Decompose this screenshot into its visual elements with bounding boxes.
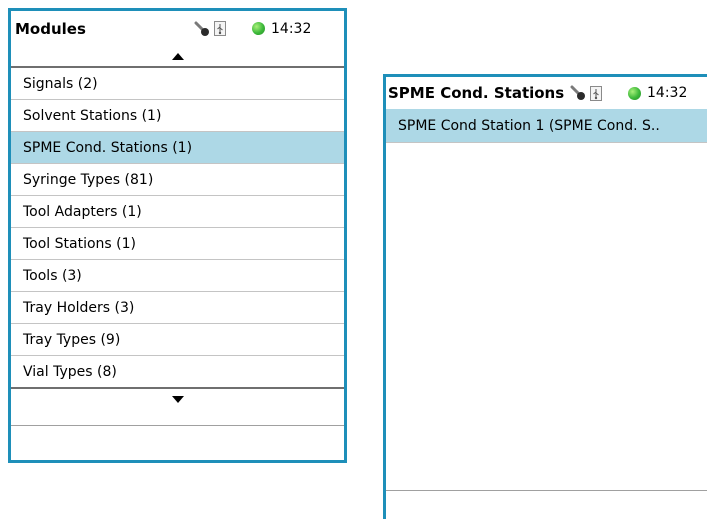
- footer-divider: [11, 425, 344, 426]
- list-item[interactable]: Tray Holders (3): [11, 292, 344, 324]
- list-item[interactable]: Syringe Types (81): [11, 164, 344, 196]
- key-icon: [570, 85, 586, 101]
- usb-icon: [214, 21, 226, 36]
- spme-list: SPME Cond Station 1 (SPME Cond. S..: [386, 109, 707, 143]
- list-item-label: SPME Cond. Stations (1): [23, 139, 193, 156]
- status-bar: 14:32: [194, 11, 311, 46]
- list-item[interactable]: Vial Types (8): [11, 356, 344, 388]
- list-item-label: Tool Stations (1): [23, 235, 136, 252]
- list-item[interactable]: Tool Stations (1): [11, 228, 344, 260]
- footer-divider: [386, 490, 707, 491]
- list-item-label: Vial Types (8): [23, 364, 117, 380]
- list-item-selected[interactable]: SPME Cond Station 1 (SPME Cond. S..: [386, 109, 707, 143]
- list-item-selected[interactable]: SPME Cond. Stations (1): [11, 132, 344, 164]
- modules-panel: Modules 14:32 Signals (2) Solvent Statio…: [8, 8, 347, 463]
- list-item-label: Solvent Stations (1): [23, 107, 162, 124]
- spme-header: SPME Cond. Stations 14:32: [386, 77, 707, 111]
- list-item-label: Tool Adapters (1): [23, 203, 142, 220]
- list-item[interactable]: Signals (2): [11, 68, 344, 100]
- list-item-label: Tray Types (9): [23, 331, 121, 348]
- modules-header: Modules 14:32: [11, 11, 344, 48]
- list-item[interactable]: Tools (3): [11, 260, 344, 292]
- key-icon: [194, 21, 210, 37]
- status-led-icon: [628, 86, 641, 100]
- clock-time: 14:32: [647, 85, 688, 101]
- list-item-label: Signals (2): [23, 75, 98, 92]
- triangle-down-icon: [171, 395, 184, 403]
- list-item[interactable]: Tool Adapters (1): [11, 196, 344, 228]
- scroll-down-button[interactable]: [11, 389, 344, 409]
- modules-title: Modules: [15, 19, 86, 38]
- spme-panel: SPME Cond. Stations 14:32 SPME Cond Stat…: [383, 74, 707, 519]
- scroll-up-button[interactable]: [11, 46, 344, 66]
- list-item[interactable]: Solvent Stations (1): [11, 100, 344, 132]
- status-led-icon: [252, 22, 265, 35]
- status-bar: 14:32: [570, 77, 687, 109]
- list-item[interactable]: Tray Types (9): [11, 324, 344, 356]
- clock-time: 14:32: [271, 20, 312, 37]
- modules-list: Signals (2) Solvent Stations (1) SPME Co…: [11, 68, 344, 388]
- list-item-label: Syringe Types (81): [23, 171, 154, 188]
- usb-icon: [590, 85, 602, 101]
- triangle-up-icon: [171, 52, 184, 60]
- list-item-label: Tools (3): [23, 267, 82, 284]
- spme-title: SPME Cond. Stations: [388, 84, 565, 102]
- list-item-label: SPME Cond Station 1 (SPME Cond. S..: [398, 117, 660, 134]
- list-item-label: Tray Holders (3): [23, 299, 135, 316]
